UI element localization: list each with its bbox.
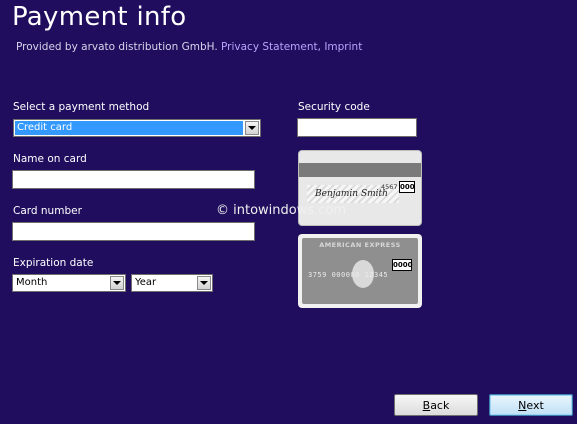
next-label: ext xyxy=(526,398,544,412)
security-code-label: Security code xyxy=(298,101,370,113)
provider-text: Provided by arvato distribution GmbH. xyxy=(16,41,218,53)
security-code-box: 000 xyxy=(399,181,415,193)
amex-card-illustration: AMERICAN EXPRESS 0000 3759 000000 12345 xyxy=(298,234,422,308)
expiration-year-value: Year xyxy=(135,277,157,288)
back-accel: B xyxy=(422,398,431,412)
privacy-statement-link[interactable]: Privacy Statement, xyxy=(221,41,321,53)
page-title: Payment info xyxy=(12,2,187,32)
chevron-down-icon[interactable] xyxy=(197,276,211,290)
provider-line: Provided by arvato distribution GmbH. Pr… xyxy=(16,41,362,53)
name-on-card-input[interactable] xyxy=(12,170,255,189)
expiration-month-select[interactable]: Month xyxy=(12,274,126,292)
next-accel: N xyxy=(518,398,527,412)
expiration-year-select[interactable]: Year xyxy=(131,274,213,292)
security-code-input[interactable] xyxy=(297,118,417,137)
expiration-date-label: Expiration date xyxy=(13,257,94,269)
card-number-label: Card number xyxy=(13,205,82,217)
magnetic-stripe xyxy=(299,163,421,177)
back-button[interactable]: Back xyxy=(394,394,478,416)
amex-security-code-box: 0000 xyxy=(392,259,413,271)
card-number-input[interactable] xyxy=(12,222,255,241)
chevron-down-icon[interactable] xyxy=(245,121,259,135)
payment-method-select[interactable]: Credit card xyxy=(13,119,261,137)
expiration-month-value: Month xyxy=(16,277,48,288)
amex-card-digits: 3759 000000 12345 xyxy=(308,271,389,279)
watermark: © intowindows.com xyxy=(216,203,347,218)
chevron-down-icon[interactable] xyxy=(110,276,124,290)
amex-brand-text: AMERICAN EXPRESS xyxy=(319,241,401,249)
back-label: ack xyxy=(430,398,450,412)
imprint-link[interactable]: Imprint xyxy=(324,41,362,53)
amex-card-face: AMERICAN EXPRESS 0000 3759 000000 12345 xyxy=(302,238,418,304)
card-last-digits: 4567 xyxy=(381,183,398,191)
payment-method-label: Select a payment method xyxy=(13,101,150,113)
payment-method-value: Credit card xyxy=(15,121,243,135)
name-on-card-label: Name on card xyxy=(13,153,87,165)
next-button[interactable]: Next xyxy=(489,394,573,416)
